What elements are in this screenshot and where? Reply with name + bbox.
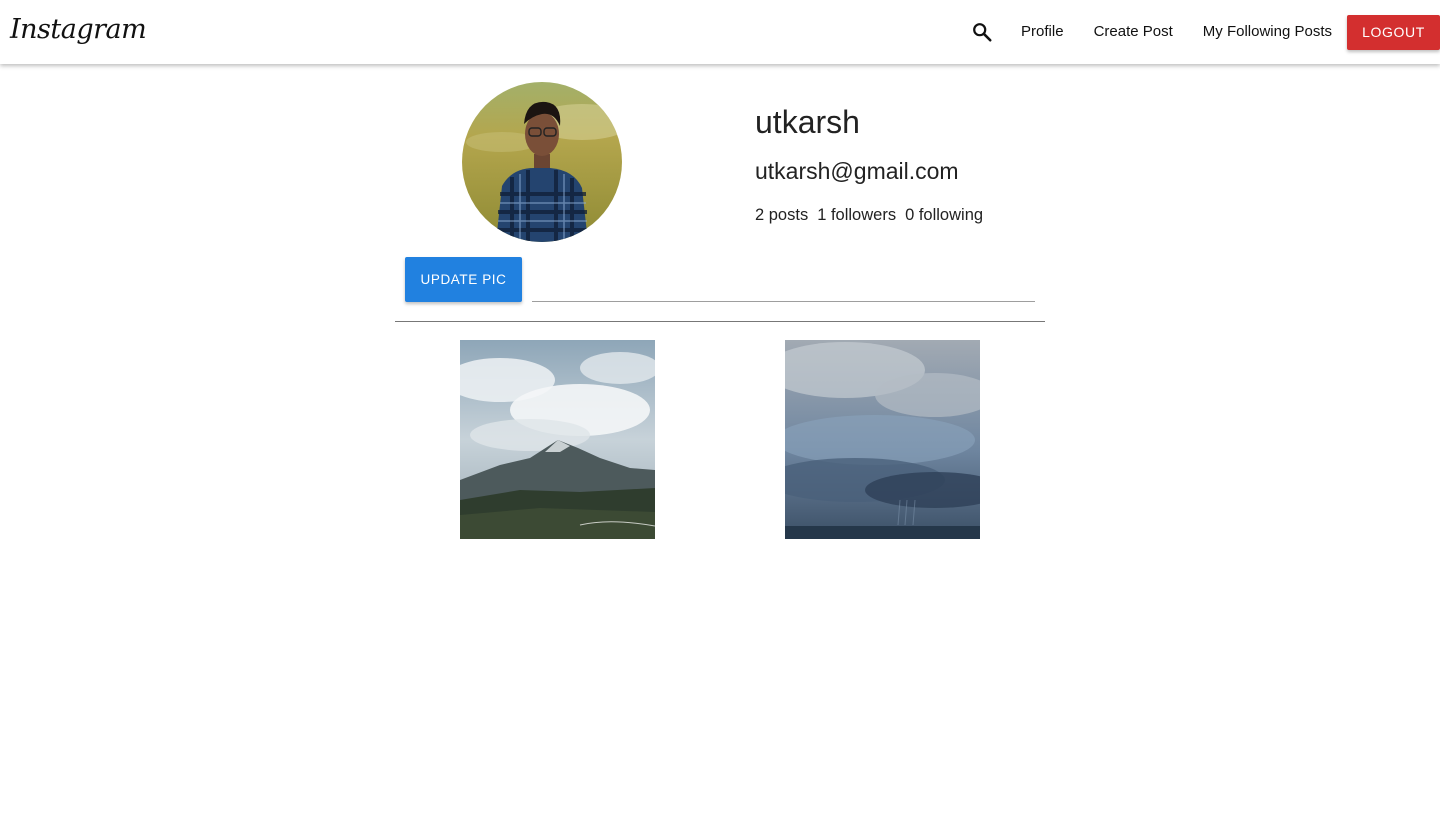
brand-logo[interactable]: Instagram xyxy=(10,10,147,50)
followers-count[interactable]: 1 followers xyxy=(817,206,896,225)
nav-link-profile[interactable]: Profile xyxy=(1006,0,1079,64)
profile-divider xyxy=(395,321,1045,322)
posts-count: 2 posts xyxy=(755,206,809,224)
profile-stats: 2 posts 1 followers 0 following xyxy=(755,206,983,225)
profile-email: utkarsh@gmail.com xyxy=(755,158,959,184)
profile-username: utkarsh xyxy=(755,104,860,140)
following-count[interactable]: 0 following xyxy=(905,206,983,225)
nav-link-following-posts[interactable]: My Following Posts xyxy=(1188,0,1347,64)
search-icon[interactable] xyxy=(968,18,996,46)
navbar: Instagram Profile Create Post My Followi… xyxy=(0,0,1440,64)
nav-links: Profile Create Post My Following Posts L… xyxy=(968,0,1440,64)
logout-button[interactable]: LOGOUT xyxy=(1347,14,1440,50)
update-pic-button[interactable]: UPDATE PIC xyxy=(405,257,522,302)
nav-link-create-post[interactable]: Create Post xyxy=(1079,0,1188,64)
gallery-post-stormy-sky[interactable] xyxy=(785,340,980,539)
file-path-input[interactable] xyxy=(532,274,1035,302)
avatar xyxy=(462,82,622,242)
gallery-post-mountain[interactable] xyxy=(460,340,655,539)
